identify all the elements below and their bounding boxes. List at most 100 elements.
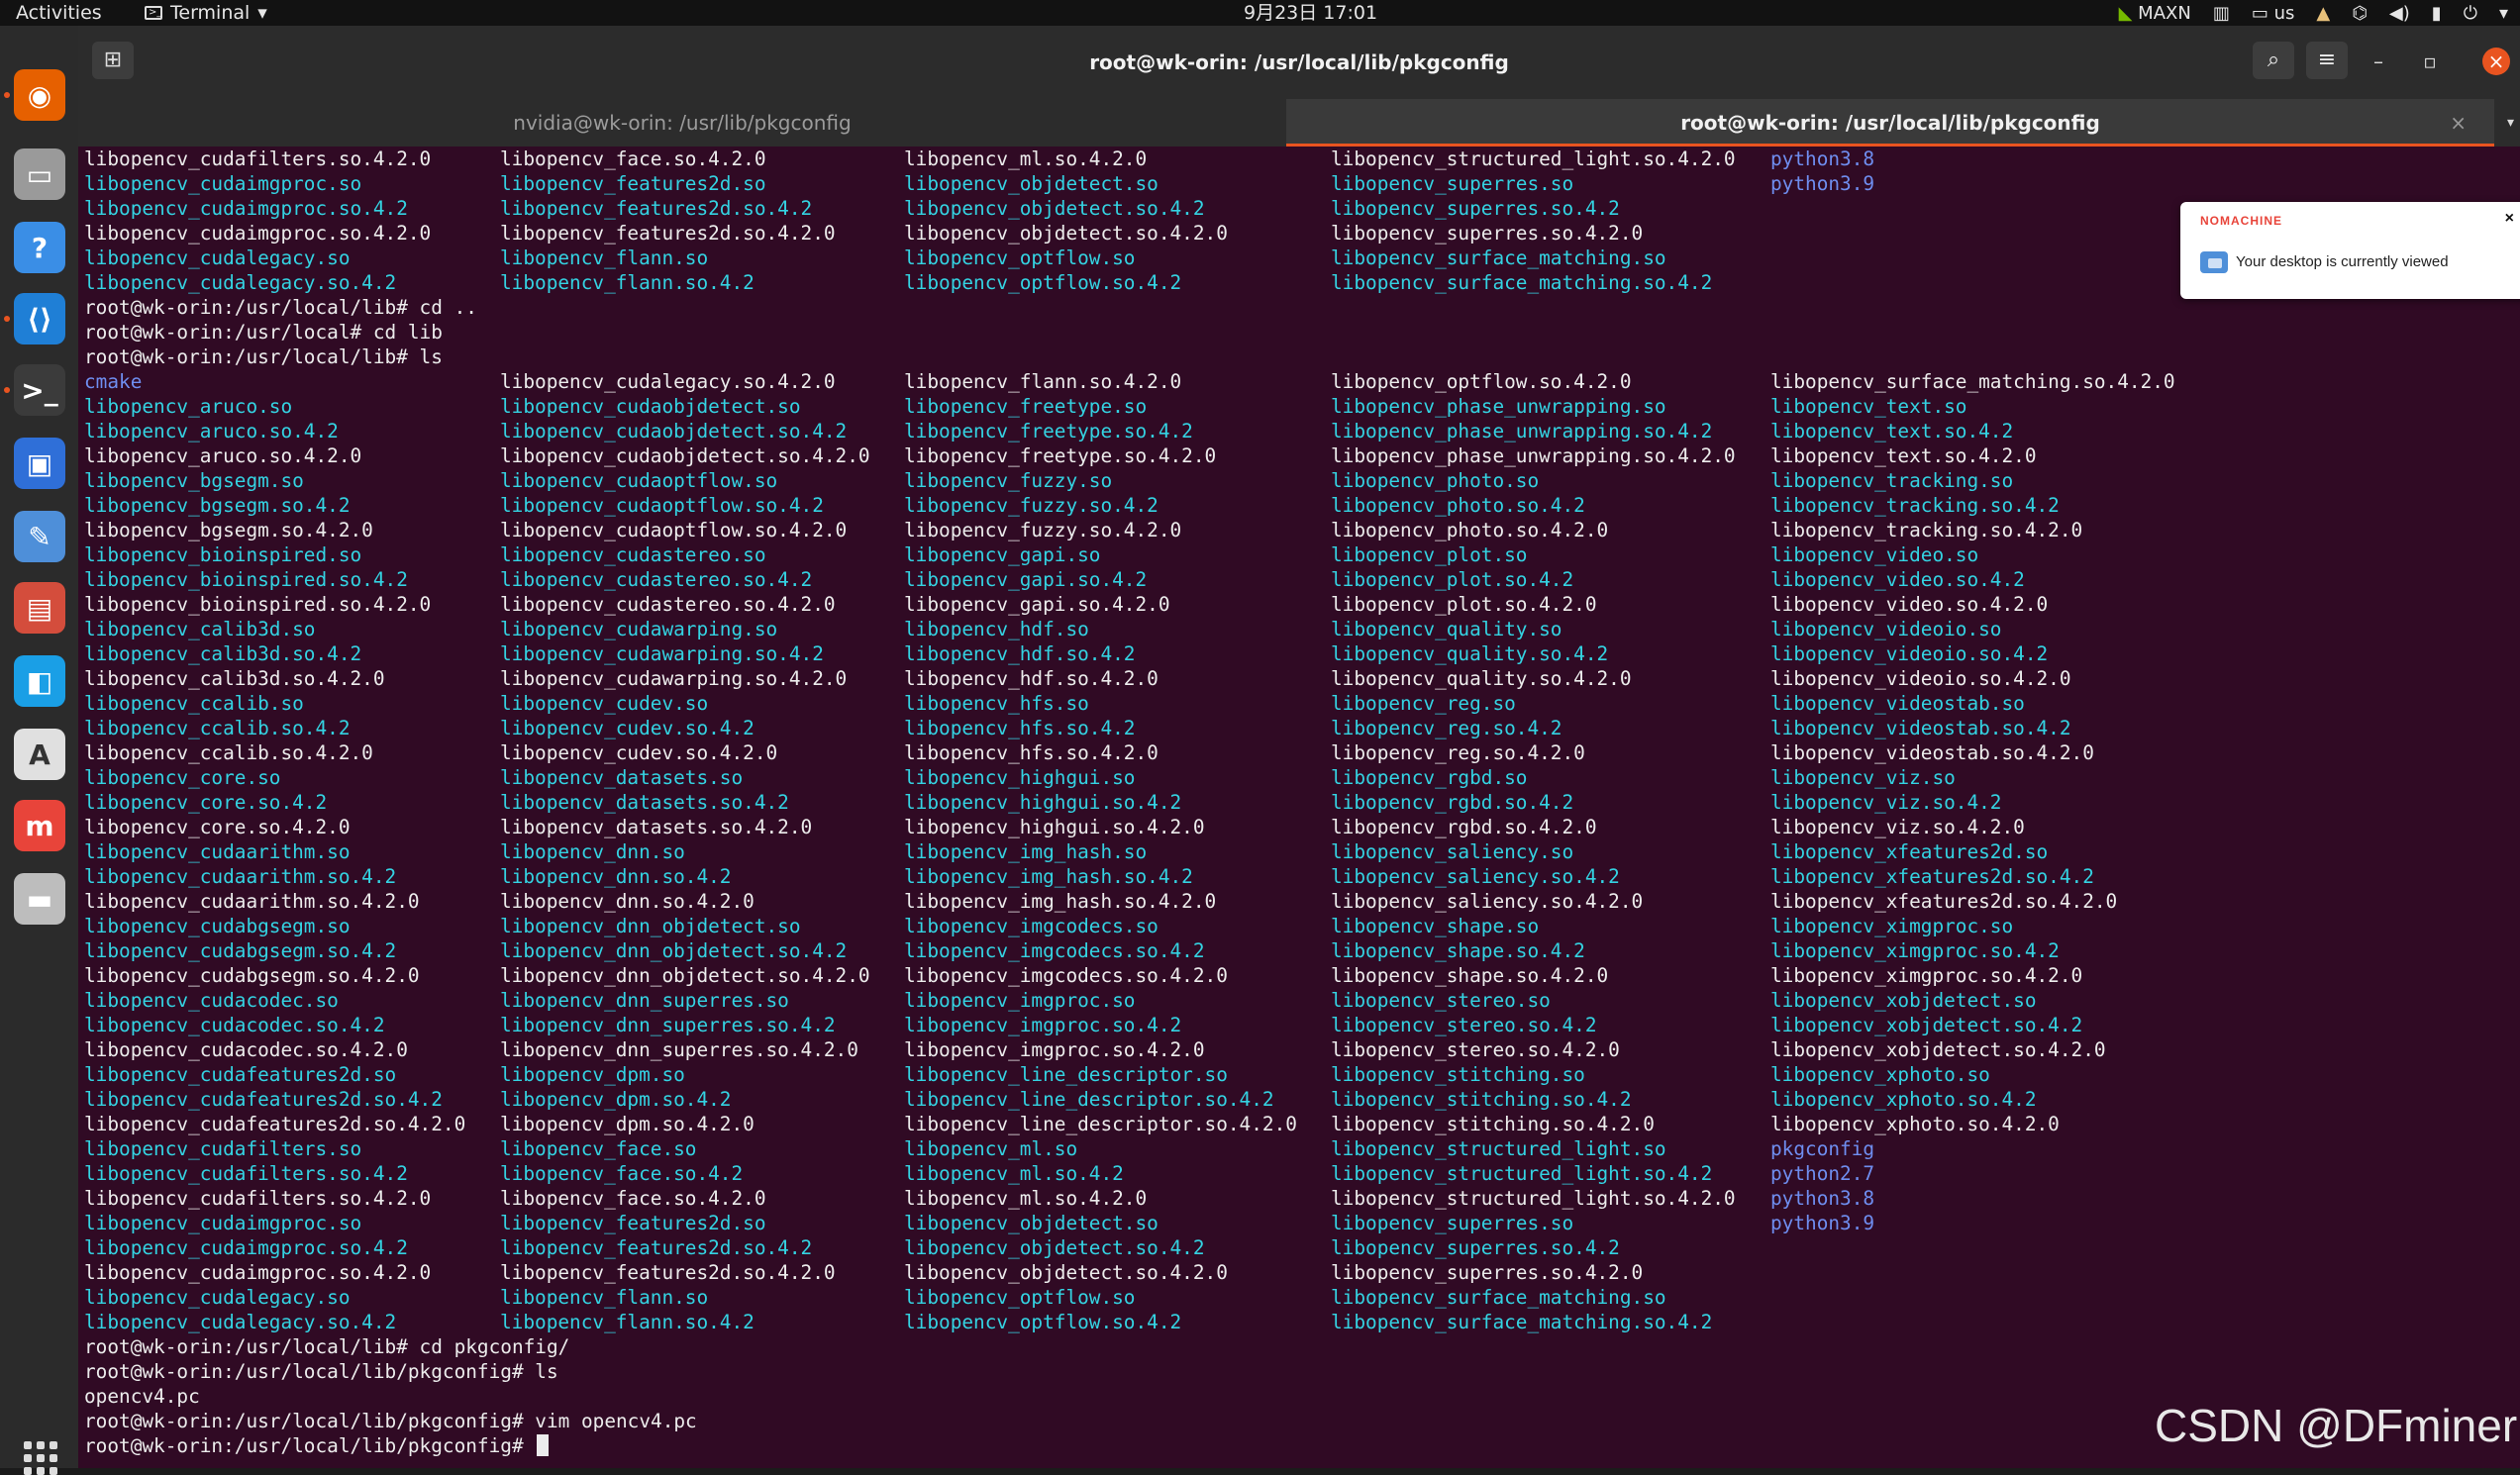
symlink-entry: libopencv_cudalegacy.so bbox=[84, 246, 351, 269]
file-entry: libopencv_structured_light.so.4.2.0 bbox=[1331, 148, 1736, 170]
symlink-entry: libopencv_cudawarping.so bbox=[500, 618, 778, 640]
active-prompt[interactable]: root@wk-orin:/usr/local/lib/pkgconfig# bbox=[84, 1433, 550, 1458]
maximize-button[interactable]: ▫ bbox=[2416, 48, 2444, 75]
symlink-entry: libopencv_calib3d.so.4.2 bbox=[84, 642, 362, 665]
tray-chevron-icon[interactable]: ▾ bbox=[2499, 3, 2508, 24]
tab-nvidia[interactable]: nvidia@wk-orin: /usr/lib/pkgconfig bbox=[78, 99, 1286, 147]
file-entry: libopencv_imgproc.so.4.2.0 bbox=[904, 1038, 1205, 1061]
mic-icon[interactable]: ▮ bbox=[2432, 3, 2442, 24]
tab-close-icon[interactable]: × bbox=[2450, 99, 2467, 147]
symlink-entry: libopencv_rgbd.so.4.2 bbox=[1331, 791, 1574, 814]
file-entry: libopencv_plot.so.4.2.0 bbox=[1331, 593, 1597, 616]
file-entry: libopencv_cudaobjdetect.so.4.2.0 bbox=[500, 444, 870, 467]
system-tray[interactable]: ◣ MAXN ▥ ▭ us ▲ ⌬ ◀) ▮ ⏻ ▾ bbox=[2119, 0, 2508, 26]
file-entry: libopencv_objdetect.so.4.2.0 bbox=[904, 222, 1228, 245]
show-applications-icon[interactable] bbox=[24, 1441, 57, 1475]
symlink-entry: libopencv_cudaarithm.so bbox=[84, 840, 351, 863]
symlink-entry: libopencv_cudaobjdetect.so bbox=[500, 395, 801, 418]
network-icon[interactable]: ⌬ bbox=[2352, 3, 2368, 24]
symlink-entry: libopencv_cudafilters.so.4.2 bbox=[84, 1162, 408, 1185]
clock[interactable]: 9月23日 17:01 bbox=[1244, 0, 1377, 26]
keyboard-layout[interactable]: ▭ us bbox=[2252, 3, 2295, 24]
file-entry: libopencv_cudev.so.4.2.0 bbox=[500, 741, 778, 764]
symlink-entry: libopencv_freetype.so bbox=[904, 395, 1148, 418]
symlink-entry: libopencv_cudalegacy.so bbox=[84, 1286, 351, 1309]
file-entry: libopencv_cudaimgproc.so.4.2.0 bbox=[84, 1261, 432, 1284]
symlink-entry: libopencv_dnn.so.4.2 bbox=[500, 865, 732, 888]
drive-icon[interactable]: ▬ bbox=[14, 873, 65, 925]
terminal-output[interactable]: libopencv_cudafilters.so.4.2.0 libopencv_… bbox=[78, 147, 2520, 1468]
file-entry: libopencv_reg.so.4.2.0 bbox=[1331, 741, 1585, 764]
symlink-entry: libopencv_superres.so.4.2 bbox=[1331, 1236, 1620, 1259]
vscode-icon[interactable]: ⟨⟩ bbox=[14, 293, 65, 344]
indicator-icon[interactable]: ▲ bbox=[2316, 3, 2330, 24]
files-icon[interactable]: ▭ bbox=[14, 148, 65, 200]
volume-icon[interactable]: ◀) bbox=[2389, 3, 2410, 24]
help-icon[interactable]: ? bbox=[14, 222, 65, 273]
file-entry: libopencv_cudacodec.so.4.2.0 bbox=[84, 1038, 408, 1061]
symlink-entry: libopencv_ccalib.so bbox=[84, 692, 304, 715]
close-icon: × bbox=[2487, 49, 2505, 73]
minimize-button[interactable]: – bbox=[2365, 48, 2392, 75]
ls-row: libopencv_calib3d.so.4.2 libopencv_cudawa… bbox=[81, 641, 2520, 666]
remote-desktop-icon[interactable]: ◧ bbox=[14, 655, 65, 707]
command-text: root@wk-orin:/usr/local/lib# cd .. bbox=[84, 296, 477, 319]
symlink-entry: libopencv_xfeatures2d.so bbox=[1770, 840, 2049, 863]
document-viewer-icon[interactable]: ▤ bbox=[14, 582, 65, 634]
file-entry: libopencv_text.so.4.2.0 bbox=[1770, 444, 2037, 467]
terminal-icon[interactable]: >_ bbox=[14, 364, 65, 416]
power-icon[interactable]: ⏻ bbox=[2464, 3, 2477, 24]
symlink-entry: libopencv_surface_matching.so bbox=[1331, 1286, 1666, 1309]
symlink-entry: libopencv_saliency.so bbox=[1331, 840, 1574, 863]
file-entry: libopencv_viz.so.4.2.0 bbox=[1770, 816, 2025, 838]
ls-row: libopencv_bioinspired.so libopencv_cudast… bbox=[81, 542, 2520, 567]
ls-row: libopencv_cudafeatures2d.so libopencv_dpm… bbox=[81, 1062, 2520, 1087]
tab-root[interactable]: root@wk-orin: /usr/local/lib/pkgconfig × bbox=[1286, 99, 2494, 147]
title-bar[interactable]: ⊞ root@wk-orin: /usr/local/lib/pkgconfig… bbox=[78, 26, 2520, 99]
symlink-entry: libopencv_bgsegm.so.4.2 bbox=[84, 494, 351, 517]
dock: ◉ ▭? ⟨⟩ >_ ▣ ✎ ▤ ◧ Am ▬ bbox=[0, 26, 78, 1475]
symlink-entry: libopencv_quality.so.4.2 bbox=[1331, 642, 1609, 665]
ls-row: libopencv_cudacodec.so.4.2 libopencv_dnn_… bbox=[81, 1013, 2520, 1037]
ls-row: libopencv_cudabgsegm.so.4.2.0 libopencv_d… bbox=[81, 963, 2520, 988]
symlink-entry: libopencv_bioinspired.so.4.2 bbox=[84, 568, 408, 591]
symlink-entry: libopencv_videostab.so.4.2 bbox=[1770, 717, 2071, 739]
ls-row: libopencv_cudafeatures2d.so.4.2 libopencv… bbox=[81, 1087, 2520, 1112]
symlink-entry: libopencv_datasets.so.4.2 bbox=[500, 791, 789, 814]
symlink-entry: libopencv_phase_unwrapping.so bbox=[1331, 395, 1666, 418]
symlink-entry: libopencv_cudaimgproc.so bbox=[84, 1212, 362, 1234]
symlink-entry: libopencv_dnn_objdetect.so.4.2 bbox=[500, 939, 848, 962]
symlink-entry: libopencv_video.so.4.2 bbox=[1770, 568, 2025, 591]
menu-button[interactable]: ≡ bbox=[2306, 42, 2348, 79]
symlink-entry: libopencv_videoio.so bbox=[1770, 618, 2002, 640]
software-center-icon[interactable]: A bbox=[14, 729, 65, 780]
tab-list-chevron-icon[interactable]: ▾ bbox=[2507, 99, 2514, 147]
file-entry: libopencv_dnn.so.4.2.0 bbox=[500, 890, 755, 913]
close-button[interactable]: × bbox=[2482, 48, 2510, 75]
im-app-icon[interactable]: m bbox=[14, 800, 65, 851]
ls-row: libopencv_cudaimgproc.so.4.2.0 libopencv_… bbox=[81, 221, 2520, 246]
ls-row: libopencv_cudabgsegm.so.4.2 libopencv_dnn… bbox=[81, 938, 2520, 963]
symlink-entry: libopencv_viz.so.4.2 bbox=[1770, 791, 2002, 814]
text-cursor bbox=[537, 1434, 550, 1456]
bars-icon[interactable]: ▥ bbox=[2213, 3, 2230, 24]
ls-row: libopencv_core.so libopencv_datasets.so li… bbox=[81, 765, 2520, 790]
output-text: opencv4.pc bbox=[84, 1385, 200, 1408]
activities-button[interactable]: Activities bbox=[16, 0, 102, 26]
symlink-entry: libopencv_superres.so bbox=[1331, 1212, 1574, 1234]
symlink-entry: libopencv_reg.so.4.2 bbox=[1331, 717, 1562, 739]
search-button[interactable]: ⌕ bbox=[2253, 42, 2294, 79]
symlink-entry: libopencv_objdetect.so.4.2 bbox=[904, 1236, 1205, 1259]
symlink-entry: libopencv_imgproc.so.4.2 bbox=[904, 1014, 1182, 1036]
symlink-entry: libopencv_rgbd.so bbox=[1331, 766, 1528, 789]
tab-bar: nvidia@wk-orin: /usr/lib/pkgconfig root@… bbox=[78, 99, 2520, 147]
firefox-icon[interactable]: ◉ bbox=[14, 69, 65, 121]
notification-brand: NOMACHINE bbox=[2200, 214, 2282, 228]
ls-row: libopencv_cudalegacy.so.4.2 libopencv_fla… bbox=[81, 1310, 2520, 1334]
nomachine-notification[interactable]: NOMACHINE × Your desktop is currently vi… bbox=[2180, 202, 2520, 299]
app-menu[interactable]: >_ Terminal ▾ bbox=[145, 0, 267, 26]
notification-close-icon[interactable]: × bbox=[2505, 210, 2514, 228]
nvidia-power-mode[interactable]: ◣ MAXN bbox=[2119, 3, 2191, 24]
app-icon[interactable]: ▣ bbox=[14, 438, 65, 489]
text-editor-icon[interactable]: ✎ bbox=[14, 511, 65, 562]
